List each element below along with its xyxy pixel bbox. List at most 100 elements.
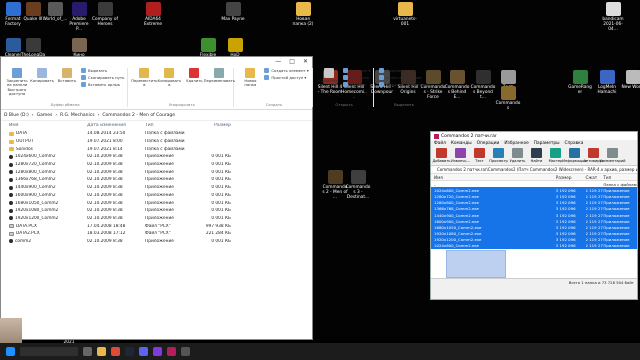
invert-selection-button[interactable]: Обратить выделение xyxy=(379,82,429,87)
toolbar-button[interactable]: Просмотр xyxy=(489,147,508,165)
list-item[interactable]: 1920x1080_Comm2.exe 3 192 096 2 119 279При… xyxy=(431,230,637,237)
vpn-icon[interactable] xyxy=(153,347,162,356)
properties-button[interactable]: Свойства xyxy=(318,68,340,83)
column-type[interactable]: Тип xyxy=(145,123,201,128)
table-row[interactable]: OUTPUT 19.07.2021 8:00 Папка с файлами xyxy=(1,138,312,146)
table-row[interactable]: Sonidos 19.07.2021 8:14 Папка с файлами xyxy=(1,145,312,153)
discord-icon[interactable] xyxy=(139,347,148,356)
column-packed[interactable]: Сжат xyxy=(586,175,604,180)
toolbar-button[interactable]: Комментарий xyxy=(600,147,626,165)
toolbar-button[interactable]: Информация xyxy=(562,147,587,165)
desktop-shortcut[interactable]: Company of Heroes xyxy=(92,2,118,27)
paste-shortcut-button[interactable]: Вставить ярлык xyxy=(81,82,124,87)
column-date[interactable]: Дата изменения xyxy=(87,123,145,128)
easy-access-button[interactable]: Простой доступ ▾ xyxy=(264,75,308,80)
desktop-shortcut[interactable]: Кино xyxy=(66,38,92,58)
menu-item[interactable]: Избранное xyxy=(504,141,528,146)
list-item[interactable]: 1366x768_Comm2.exe 3 192 096 2 119 279Прил… xyxy=(431,205,637,212)
column-type[interactable]: Тип xyxy=(603,175,637,180)
copy-button[interactable]: Копировать xyxy=(30,68,54,83)
toolbar-button[interactable]: Извлечь... xyxy=(451,147,470,165)
column-name[interactable]: Имя xyxy=(434,175,556,180)
explorer-icon[interactable] xyxy=(97,347,106,356)
list-item[interactable]: 1920x1200_Comm2.exe 3 192 096 2 119 279При… xyxy=(431,236,637,243)
chrome-icon[interactable] xyxy=(111,347,120,356)
rename-button[interactable]: Переименовать xyxy=(204,68,235,83)
desktop-shortcut[interactable]: Commandos xyxy=(495,86,521,111)
toolbar-button[interactable]: Добавить xyxy=(432,147,451,165)
copy-to-button[interactable]: Копировать в xyxy=(158,68,181,88)
breadcrumb-commandos2[interactable]: Commandos 2 - Men of Courage xyxy=(102,113,175,118)
search-box[interactable] xyxy=(20,347,78,356)
maximize-button[interactable]: □ xyxy=(289,58,295,65)
desktop-shortcut[interactable]: LogMeIn Hamachi xyxy=(594,70,620,95)
table-row[interactable]: 1920x1080_Comm2 02.10.2009 8:38 Приложение… xyxy=(1,207,312,215)
copy-path-button[interactable]: Скопировать путь xyxy=(81,75,124,80)
history-button[interactable]: Журнал xyxy=(342,82,370,87)
toolbar-button[interactable]: Удалить xyxy=(509,147,526,165)
new-item-button[interactable]: Создать элемент ▾ xyxy=(264,68,309,73)
breadcrumb-games[interactable]: Games xyxy=(37,113,53,118)
list-item[interactable]: 1024x600_Comm2.exe 3 192 096 2 119 279Прил… xyxy=(431,242,637,250)
app-icon[interactable] xyxy=(181,347,190,356)
list-item[interactable]: 1680x1050_Comm2.exe 3 192 096 2 119 279При… xyxy=(431,224,637,231)
table-row[interactable]: DATA2.PCX 18.03.2008 17:12 Файл "PCX" 221 2… xyxy=(1,230,312,238)
menu-item[interactable]: Справка xyxy=(564,141,583,146)
list-item[interactable]: 1024x600_Comm2.exe 3 192 096 2 119 279Прил… xyxy=(431,187,637,194)
breadcrumb-drive[interactable]: D Blue (D:) xyxy=(4,113,29,118)
desktop-shortcut[interactable]: Commandos Behind E... xyxy=(444,70,470,100)
table-row[interactable]: 1440x900_Comm2 02.10.2009 8:38 Приложение 0… xyxy=(1,184,312,192)
paste-button[interactable]: Вставить xyxy=(56,68,78,83)
list-item[interactable]: 1280x800_Comm2.exe 3 192 096 2 119 279Прил… xyxy=(431,199,637,206)
table-row[interactable]: 1680x1050_Comm2 02.10.2009 8:38 Приложение… xyxy=(1,199,312,207)
desktop-shortcut[interactable]: World_of_... xyxy=(42,2,68,22)
table-row[interactable]: 1280x800_Comm2 02.10.2009 8:38 Приложение 0… xyxy=(1,168,312,176)
desktop-shortcut[interactable]: New World xyxy=(620,70,640,90)
table-row[interactable]: comm2 02.10.2009 8:38 Приложение 0 001 КБ xyxy=(1,238,312,246)
menu-item[interactable]: Команды xyxy=(451,141,472,146)
task-view-icon[interactable] xyxy=(83,347,92,356)
table-row[interactable]: 1024x600_Comm2 02.10.2009 8:38 Приложение 0… xyxy=(1,153,312,161)
table-row[interactable]: 1920x1200_Comm2 02.10.2009 8:38 Приложение… xyxy=(1,215,312,223)
desktop-shortcut[interactable]: HoD xyxy=(222,38,248,58)
breadcrumb-rg-mechanics[interactable]: R.G. Mechanics xyxy=(60,113,94,118)
pin-quick-access-button[interactable]: Закрепить на панели быстрого доступа xyxy=(6,68,28,96)
select-all-button[interactable]: Выделить все xyxy=(379,68,429,73)
desktop-shortcut[interactable]: GameRanger xyxy=(567,70,593,95)
winrar-icon[interactable] xyxy=(167,347,176,356)
toolbar-button[interactable]: Найти xyxy=(528,147,545,165)
list-item[interactable]: .. Папка с файлами xyxy=(431,181,637,188)
toolbar-button[interactable]: Тест xyxy=(471,147,488,165)
desktop-shortcut[interactable]: Adobe Premiere P... xyxy=(66,2,92,32)
table-row[interactable]: DATA 14.08.2014 23:50 Папка с файлами xyxy=(1,130,312,138)
edit-button[interactable]: Изменить xyxy=(342,75,370,80)
desktop-shortcut[interactable]: Commandos 3 - Destinat... xyxy=(345,170,371,200)
close-button[interactable]: ✕ xyxy=(303,58,308,65)
menu-item[interactable]: Файл xyxy=(434,141,446,146)
delete-button[interactable]: Удалить xyxy=(183,68,205,83)
start-icon[interactable] xyxy=(6,347,15,356)
archive-path[interactable]: Commandos 2 патчи.rar\Commandos2 (Патч C… xyxy=(431,166,637,174)
desktop-shortcut[interactable]: Новая папка (2) xyxy=(290,2,316,27)
table-row[interactable]: DATA.PCX 17.04.2008 18:48 Файл "PCX" 997 93… xyxy=(1,222,312,230)
move-to-button[interactable]: Переместить в xyxy=(131,68,158,88)
list-item[interactable]: 1280x720_Comm2.exe 3 192 096 2 119 279Прил… xyxy=(431,193,637,200)
steam-icon[interactable] xyxy=(125,347,134,356)
desktop-shortcut[interactable]: Flexible xyxy=(195,38,221,58)
cut-button[interactable]: Вырезать xyxy=(81,68,124,73)
list-item[interactable]: 1440x900_Comm2.exe 3 192 096 2 119 279Прил… xyxy=(431,211,637,219)
desktop-shortcut[interactable]: Commandos Beyond t... xyxy=(470,70,496,100)
table-row[interactable]: 1600x900_Comm2 02.10.2009 8:38 Приложение 0… xyxy=(1,192,312,200)
desktop-shortcut[interactable]: virtuanets-001 xyxy=(392,2,418,27)
table-row[interactable]: 1366x768_Comm2 02.10.2009 8:38 Приложение 0… xyxy=(1,176,312,184)
open-button[interactable]: Открыть ▾ xyxy=(342,68,370,73)
select-none-button[interactable]: Снять выделение xyxy=(379,75,429,80)
column-size[interactable]: Размер xyxy=(556,175,586,180)
new-folder-button[interactable]: Новая папка xyxy=(239,68,261,88)
column-size[interactable]: Размер xyxy=(201,123,231,128)
file-explorer-window[interactable]: — □ ✕ Закрепить на панели быстрого досту… xyxy=(0,56,429,340)
desktop-shortcut[interactable]: Max Payne xyxy=(220,2,246,22)
minimize-button[interactable]: — xyxy=(275,58,281,65)
column-name[interactable]: Имя xyxy=(9,123,87,128)
desktop-shortcut[interactable]: AIDA64 Extreme xyxy=(140,2,166,27)
